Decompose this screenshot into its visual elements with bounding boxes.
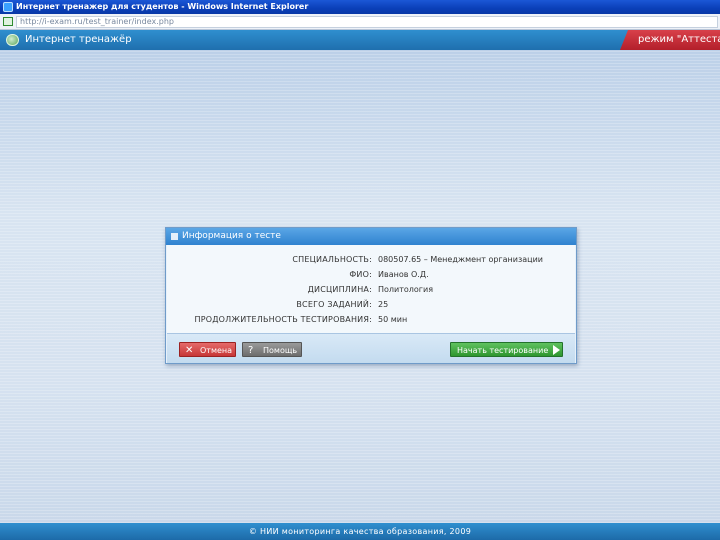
test-info-dialog: Информация о тесте СПЕЦИАЛЬНОСТЬ: 080507… [165, 227, 577, 364]
info-value: 25 [378, 300, 389, 309]
info-value: Иванов О.Д. [378, 270, 429, 279]
dialog-footer: ✕ Отмена ? Помощь Начать тестирование [167, 333, 575, 363]
info-label: ДИСЦИПЛИНА: [307, 285, 372, 294]
start-test-button[interactable]: Начать тестирование [450, 342, 563, 357]
cancel-button-label: Отмена [200, 346, 233, 355]
copyright-text: © НИИ мониторинга качества образования, … [248, 527, 472, 536]
dialog-title: Информация о тесте [182, 231, 281, 241]
app-title: Интернет тренажёр [25, 34, 132, 45]
page-icon [3, 17, 13, 26]
help-button[interactable]: ? Помощь [242, 342, 302, 357]
window-icon [171, 233, 178, 240]
info-value: 50 мин [378, 315, 408, 324]
dialog-header: Информация о тесте [166, 228, 576, 245]
info-label: ПРОДОЛЖИТЕЛЬНОСТЬ ТЕСТИРОВАНИЯ: [194, 315, 372, 324]
info-value: 080507.65 – Менеджмент организации [378, 255, 543, 264]
ie-app-icon [3, 2, 13, 12]
help-button-label: Помощь [263, 346, 298, 355]
browser-title: Интернет тренажер для студентов - Window… [16, 2, 309, 11]
dialog-body: СПЕЦИАЛЬНОСТЬ: 080507.65 – Менеджмент ор… [167, 245, 575, 333]
info-row-specialty: СПЕЦИАЛЬНОСТЬ: 080507.65 – Менеджмент ор… [167, 252, 575, 267]
cancel-button[interactable]: ✕ Отмена [179, 342, 236, 357]
info-label: ВСЕГО ЗАДАНИЙ: [296, 300, 372, 309]
info-row-total-tasks: ВСЕГО ЗАДАНИЙ: 25 [167, 297, 575, 312]
info-label: ФИО: [349, 270, 372, 279]
close-icon: ✕ [185, 345, 194, 356]
info-label: СПЕЦИАЛЬНОСТЬ: [292, 255, 372, 264]
info-value: Политология [378, 285, 433, 294]
browser-title-bar: Интернет тренажер для студентов - Window… [0, 0, 720, 14]
start-button-label: Начать тестирование [457, 346, 549, 355]
page-footer: © НИИ мониторинга качества образования, … [0, 523, 720, 540]
info-row-name: ФИО: Иванов О.Д. [167, 267, 575, 282]
logo-icon [6, 34, 19, 46]
app-header: Интернет тренажёр режим "Аттестация" [0, 30, 720, 50]
mode-badge: режим "Аттестация" [620, 30, 720, 50]
url-field[interactable]: http://i-exam.ru/test_trainer/index.php [16, 16, 718, 28]
address-bar: http://i-exam.ru/test_trainer/index.php [0, 14, 720, 30]
play-arrow-icon [553, 345, 560, 355]
info-row-duration: ПРОДОЛЖИТЕЛЬНОСТЬ ТЕСТИРОВАНИЯ: 50 мин [167, 312, 575, 327]
question-icon: ? [248, 345, 254, 356]
info-row-discipline: ДИСЦИПЛИНА: Политология [167, 282, 575, 297]
